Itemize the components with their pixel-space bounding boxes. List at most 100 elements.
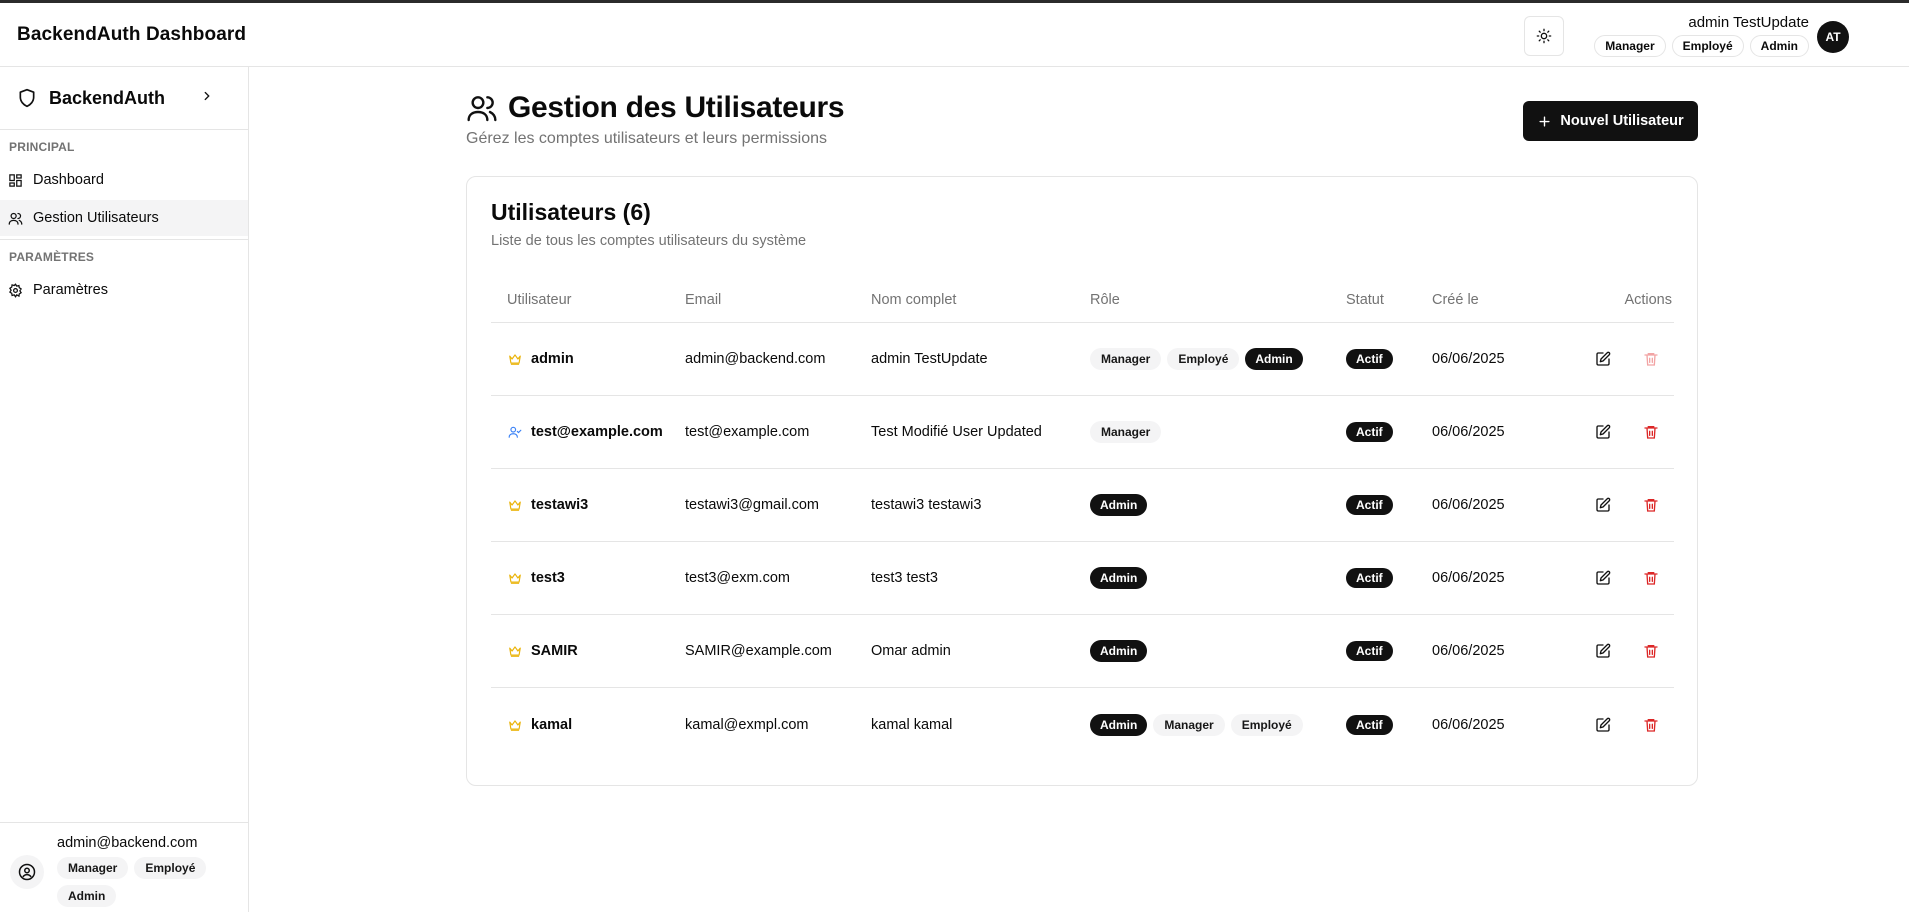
edit-icon[interactable] bbox=[1592, 421, 1614, 443]
cell-email: test3@exm.com bbox=[685, 570, 790, 586]
cell-actions bbox=[1550, 348, 1674, 370]
role-badge: Admin bbox=[1090, 567, 1148, 589]
header-user-info: admin TestUpdate Manager Employé Admin bbox=[1594, 14, 1809, 57]
users-card: Utilisateurs (6) Liste de tous les compt… bbox=[466, 176, 1698, 786]
cell-email: admin@backend.com bbox=[685, 351, 826, 367]
table-row: testawi3 testawi3@gmail.com testawi3 testa… bbox=[491, 469, 1674, 542]
cell-roles: Admin bbox=[1090, 494, 1346, 516]
cell-roles: Manager bbox=[1090, 421, 1346, 443]
username: test@example.com bbox=[531, 424, 663, 440]
table-header: Utilisateur Email Nom complet Rôle Statu… bbox=[491, 277, 1674, 323]
sidebar-group-principal: PRINCIPAL bbox=[9, 140, 75, 154]
avatar[interactable]: AT bbox=[1817, 21, 1849, 53]
trash-icon[interactable] bbox=[1640, 494, 1662, 516]
sidebar-user-footer[interactable]: admin@backend.com Manager Employé Admin bbox=[0, 822, 248, 912]
new-user-button[interactable]: Nouvel Utilisateur bbox=[1523, 101, 1698, 141]
username: admin bbox=[531, 351, 574, 367]
sidebar-item-users[interactable]: Gestion Utilisateurs bbox=[0, 200, 248, 236]
theme-toggle-button[interactable] bbox=[1524, 16, 1564, 56]
username: SAMIR bbox=[531, 643, 578, 659]
crown-icon bbox=[507, 717, 523, 733]
page-title: Gestion des Utilisateurs bbox=[466, 91, 845, 125]
table-row: test@example.com test@example.com Test Mod… bbox=[491, 396, 1674, 469]
sidebar: BackendAuth PRINCIPAL Dashboard Gestion … bbox=[0, 67, 249, 912]
cell-user: testawi3 bbox=[491, 497, 685, 513]
shield-icon bbox=[17, 88, 37, 108]
trash-icon bbox=[1640, 348, 1662, 370]
footer-role-badges: Manager Employé Admin bbox=[57, 857, 237, 907]
role-badge: Admin bbox=[1090, 494, 1148, 516]
cell-full-name: Test Modifié User Updated bbox=[871, 424, 1042, 440]
trash-icon[interactable] bbox=[1640, 567, 1662, 589]
brand-name: BackendAuth bbox=[49, 87, 166, 108]
cell-full-name: Omar admin bbox=[871, 643, 951, 659]
role-badge: Employé bbox=[134, 857, 207, 879]
column-header: Utilisateur bbox=[507, 291, 572, 308]
edit-icon[interactable] bbox=[1592, 494, 1614, 516]
sidebar-item-label: Paramètres bbox=[33, 282, 108, 298]
sidebar-item-label: Dashboard bbox=[33, 172, 104, 188]
app-title: BackendAuth Dashboard bbox=[17, 24, 247, 45]
crown-icon bbox=[507, 351, 523, 367]
trash-icon[interactable] bbox=[1640, 714, 1662, 736]
column-header: Nom complet bbox=[871, 291, 957, 308]
column-header: Créé le bbox=[1432, 291, 1479, 308]
status-badge: Actif bbox=[1346, 495, 1393, 515]
footer-email: admin@backend.com bbox=[57, 835, 198, 851]
role-badge: Manager bbox=[1153, 713, 1225, 736]
edit-icon[interactable] bbox=[1592, 567, 1614, 589]
cell-roles: Admin Manager Employé bbox=[1090, 713, 1346, 736]
cell-actions bbox=[1550, 421, 1674, 443]
edit-icon[interactable] bbox=[1592, 348, 1614, 370]
role-badge: Manager bbox=[1594, 35, 1666, 57]
users-icon bbox=[466, 92, 498, 124]
role-badge: Manager bbox=[57, 857, 129, 879]
edit-icon[interactable] bbox=[1592, 640, 1614, 662]
crown-icon bbox=[507, 570, 523, 586]
table-body: admin admin@backend.com admin TestUpdate Ma… bbox=[491, 323, 1674, 761]
user-check-icon bbox=[507, 424, 523, 440]
trash-icon[interactable] bbox=[1640, 421, 1662, 443]
cell-actions bbox=[1550, 640, 1674, 662]
role-badge: Admin bbox=[1090, 713, 1148, 736]
cell-status: Actif bbox=[1346, 568, 1432, 588]
cell-created: 06/06/2025 bbox=[1432, 570, 1505, 586]
cell-roles: Admin bbox=[1090, 640, 1346, 662]
role-badge: Admin bbox=[57, 885, 117, 907]
cell-user: admin bbox=[491, 351, 685, 367]
cell-email: testawi3@gmail.com bbox=[685, 497, 819, 513]
column-header: Email bbox=[685, 291, 722, 308]
cell-status: Actif bbox=[1346, 714, 1432, 735]
cell-status: Actif bbox=[1346, 422, 1432, 442]
cell-status: Actif bbox=[1346, 349, 1432, 369]
role-badge: Employé bbox=[1671, 35, 1744, 57]
crown-icon bbox=[507, 643, 523, 659]
sidebar-item-dashboard[interactable]: Dashboard bbox=[0, 162, 248, 198]
role-badge: Manager bbox=[1090, 421, 1162, 443]
cell-created: 06/06/2025 bbox=[1432, 497, 1505, 513]
edit-icon[interactable] bbox=[1592, 714, 1614, 736]
username: test3 bbox=[531, 570, 565, 586]
users-icon bbox=[7, 210, 23, 226]
role-badge: Admin bbox=[1749, 35, 1809, 57]
cell-roles: Admin bbox=[1090, 567, 1346, 589]
sidebar-item-label: Gestion Utilisateurs bbox=[33, 210, 159, 226]
trash-icon[interactable] bbox=[1640, 640, 1662, 662]
sidebar-item-settings[interactable]: Paramètres bbox=[0, 272, 248, 308]
users-table: Utilisateur Email Nom complet Rôle Statu… bbox=[491, 277, 1674, 761]
chevron-right-icon[interactable] bbox=[200, 89, 214, 106]
sun-icon bbox=[1536, 28, 1552, 44]
cell-created: 06/06/2025 bbox=[1432, 424, 1505, 440]
cell-user: kamal bbox=[491, 717, 685, 733]
header-role-badges: Manager Employé Admin bbox=[1594, 35, 1809, 57]
cell-actions bbox=[1550, 567, 1674, 589]
username: kamal bbox=[531, 716, 573, 733]
cell-created: 06/06/2025 bbox=[1432, 716, 1505, 733]
cell-full-name: admin TestUpdate bbox=[871, 351, 988, 367]
new-user-label: Nouvel Utilisateur bbox=[1560, 113, 1684, 129]
cell-status: Actif bbox=[1346, 495, 1432, 515]
role-badge: Manager bbox=[1090, 348, 1162, 370]
column-header: Statut bbox=[1346, 291, 1384, 308]
card-title: Utilisateurs (6) bbox=[491, 199, 651, 225]
topbar: BackendAuth Dashboard admin TestUpdate M… bbox=[0, 3, 1909, 67]
